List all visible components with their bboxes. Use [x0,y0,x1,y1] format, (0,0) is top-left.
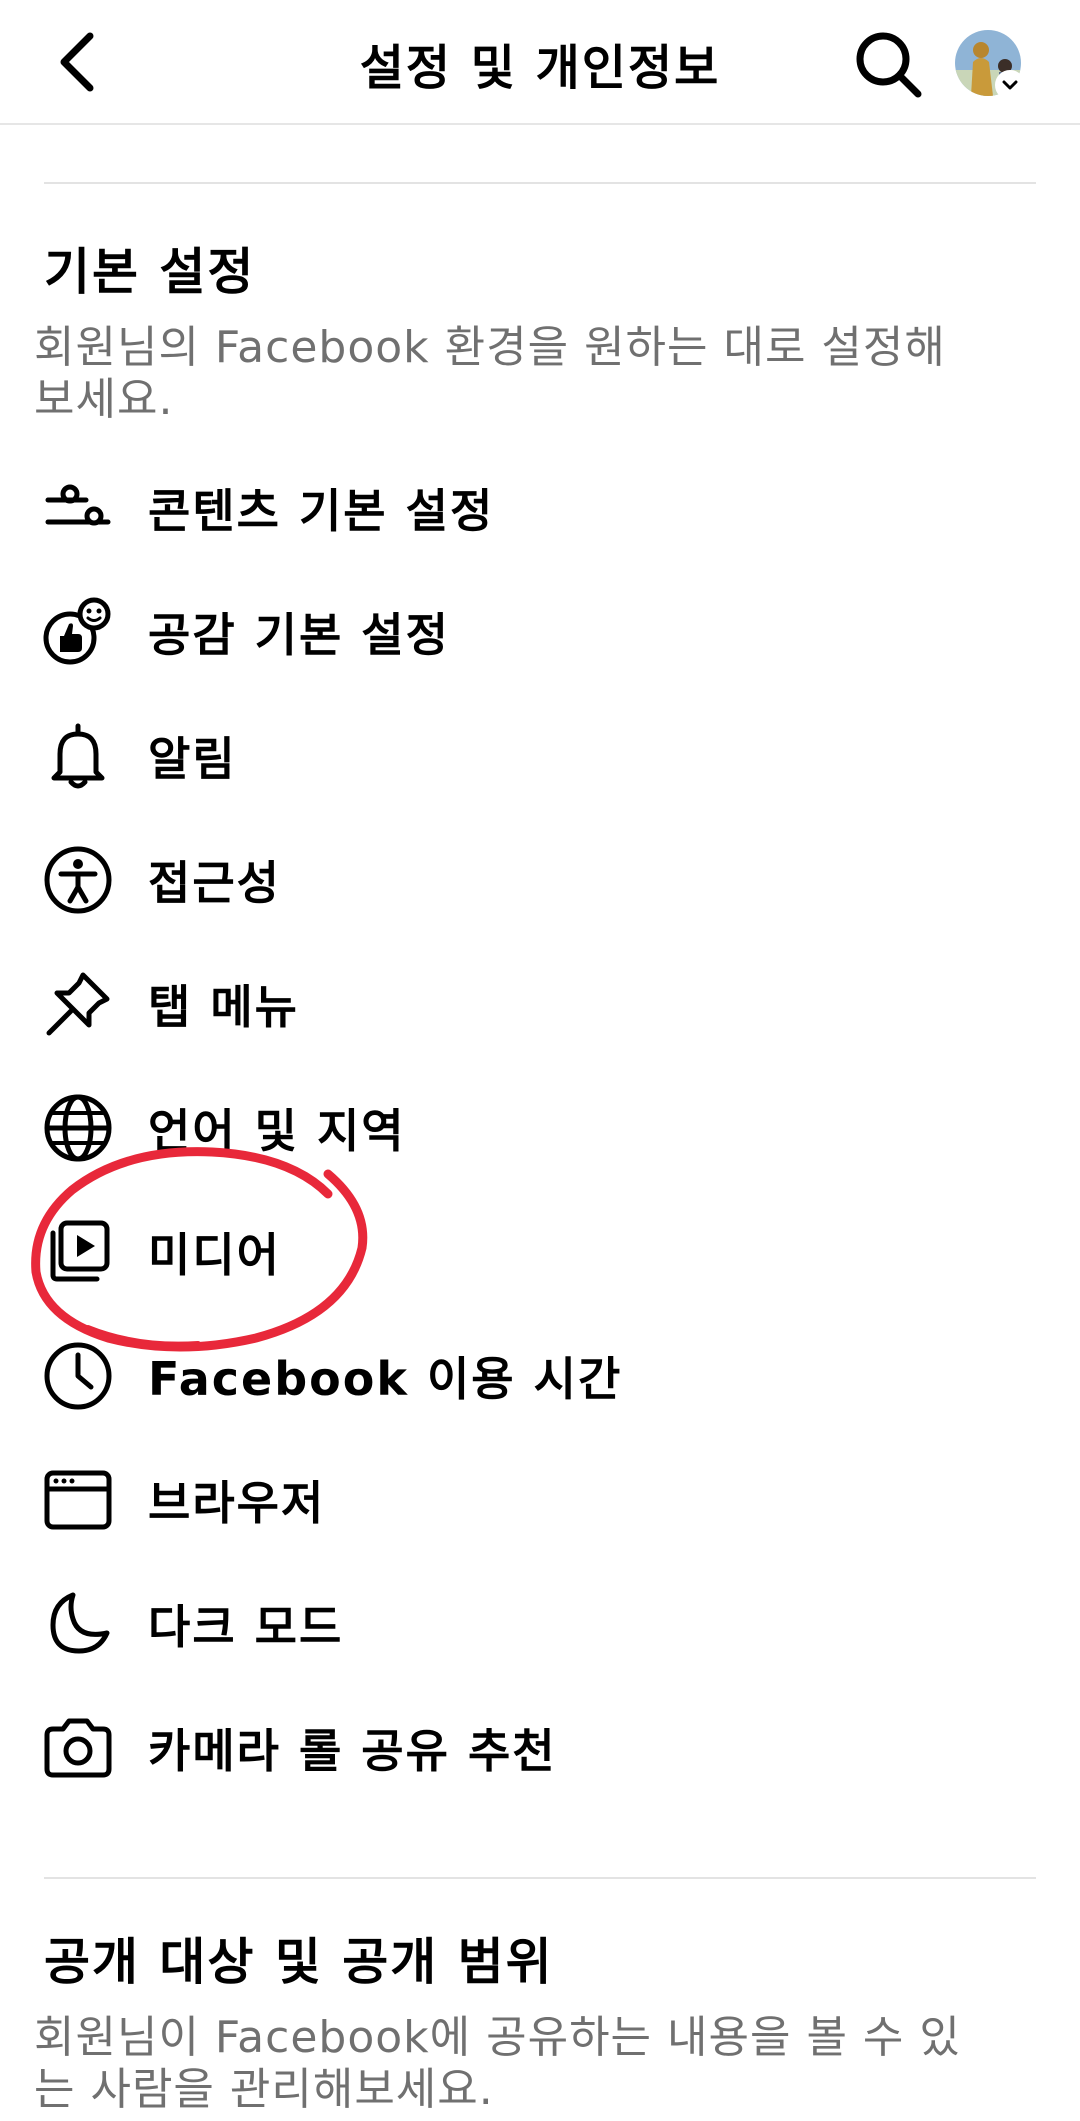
menu-label: 탭 메뉴 [148,980,299,1034]
bell-icon [42,720,114,792]
globe-icon [42,1092,114,1164]
top-bar: 설정 및 개인정보 [0,0,1080,125]
search-button[interactable] [850,26,926,102]
menu-item-reaction-preferences[interactable]: 공감 기본 설정 [0,570,1080,694]
menu-item-camera-roll-sharing[interactable]: 카메라 롤 공유 추천 [0,1686,1080,1810]
menu-label: 알림 [148,732,237,786]
menu-item-content-preferences[interactable]: 콘텐츠 기본 설정 [0,446,1080,570]
browser-icon [42,1464,114,1536]
section-divider [44,1877,1036,1879]
menu-label: 미디어 [148,1228,281,1282]
menu-label: 다크 모드 [148,1600,344,1654]
menu-item-language-region[interactable]: 언어 및 지역 [0,1066,1080,1190]
menu-label: Facebook 이용 시간 [148,1352,623,1406]
accessibility-icon [42,844,114,916]
section-title-audience: 공개 대상 및 공개 범위 [44,1933,554,1991]
sliders-icon [42,472,114,544]
menu-label: 카메라 롤 공유 추천 [148,1724,557,1778]
menu-item-media[interactable]: 미디어 [0,1190,1080,1314]
moon-icon [42,1588,114,1660]
menu-label: 콘텐츠 기본 설정 [148,484,495,538]
account-switcher-badge[interactable] [995,70,1025,100]
menu-item-browser[interactable]: 브라우저 [0,1438,1080,1562]
section-title-preferences: 기본 설정 [44,243,256,301]
reaction-icon [42,596,114,668]
section-description-preferences: 회원님의 Facebook 환경을 원하는 대로 설정해보세요. [34,322,946,425]
menu-item-dark-mode[interactable]: 다크 모드 [0,1562,1080,1686]
menu-label: 브라우저 [148,1476,326,1530]
camera-icon [42,1712,114,1784]
menu-label: 공감 기본 설정 [148,608,450,662]
media-icon [42,1216,114,1288]
menu-label: 접근성 [148,856,281,910]
menu-label: 언어 및 지역 [148,1104,406,1158]
pin-icon [42,968,114,1040]
search-icon [856,32,922,98]
menu-item-tab-menu[interactable]: 탭 메뉴 [0,942,1080,1066]
menu-item-notifications[interactable]: 알림 [0,694,1080,818]
chevron-down-icon [1002,80,1018,90]
section-description-audience: 회원님이 Facebook에 공유하는 내용을 볼 수 있는 사람을 관리해보세… [34,2012,961,2115]
menu-item-accessibility[interactable]: 접근성 [0,818,1080,942]
clock-icon [42,1340,114,1412]
section-divider [44,182,1036,184]
menu-item-time-on-facebook[interactable]: Facebook 이용 시간 [0,1314,1080,1438]
